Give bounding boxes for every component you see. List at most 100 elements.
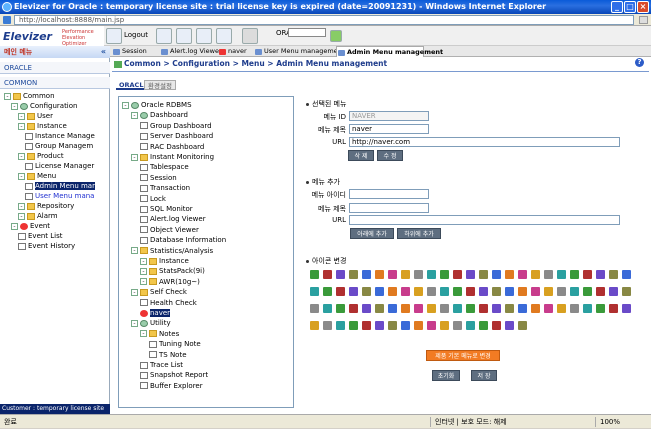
icon-option-icon[interactable] xyxy=(349,321,358,330)
add-below-button[interactable]: 아래에 추가 xyxy=(350,228,394,239)
tree-node[interactable]: Tablespace xyxy=(140,162,189,172)
tree-node[interactable]: - Event xyxy=(11,221,50,231)
icon-option-icon[interactable] xyxy=(323,304,332,313)
tab-naver[interactable]: naver xyxy=(218,46,254,57)
tree-node[interactable]: SQL Monitor xyxy=(140,204,193,214)
icon-option-icon[interactable] xyxy=(440,287,449,296)
tree-node[interactable]: - Instance xyxy=(140,256,189,266)
icon-option-icon[interactable] xyxy=(544,304,553,313)
minimize-button[interactable]: _ xyxy=(611,1,623,13)
icon-option-icon[interactable] xyxy=(518,304,527,313)
icon-option-icon[interactable] xyxy=(479,287,488,296)
tab-user-menu[interactable]: User Menu management xyxy=(254,46,344,57)
tree-node[interactable]: - Alarm xyxy=(18,211,58,221)
icon-option-icon[interactable] xyxy=(596,270,605,279)
icon-option-icon[interactable] xyxy=(336,304,345,313)
icon-option-icon[interactable] xyxy=(583,287,592,296)
icon-option-icon[interactable] xyxy=(466,287,475,296)
icon-option-icon[interactable] xyxy=(427,304,436,313)
zoom-level[interactable]: 100% xyxy=(600,415,620,429)
maximize-button[interactable]: □ xyxy=(624,1,636,13)
icon-option-icon[interactable] xyxy=(375,270,384,279)
icon-option-icon[interactable] xyxy=(336,321,345,330)
icon-option-icon[interactable] xyxy=(479,270,488,279)
icon-option-icon[interactable] xyxy=(336,287,345,296)
tree-node[interactable]: - Menu xyxy=(18,171,56,181)
icon-option-icon[interactable] xyxy=(414,270,423,279)
icon-option-icon[interactable] xyxy=(466,304,475,313)
icon-option-icon[interactable] xyxy=(570,287,579,296)
tree-node[interactable]: - Configuration xyxy=(11,101,77,111)
icon-option-icon[interactable] xyxy=(492,270,501,279)
delete-button[interactable]: 삭 제 xyxy=(348,150,374,161)
tree-node[interactable]: - Repository xyxy=(18,201,74,211)
tree-node[interactable]: License Manager xyxy=(25,161,94,171)
icon-option-icon[interactable] xyxy=(596,304,605,313)
connect-icon[interactable] xyxy=(330,30,342,42)
tree-node[interactable]: - User xyxy=(18,111,53,121)
icon-option-icon[interactable] xyxy=(622,287,631,296)
tab-session[interactable]: Session xyxy=(112,46,160,57)
save-button[interactable]: 저 장 xyxy=(471,370,497,381)
icon-option-icon[interactable] xyxy=(375,321,384,330)
collapse-icon[interactable]: « xyxy=(101,46,106,58)
expand-toggle-icon[interactable]: - xyxy=(140,267,147,275)
icon-option-icon[interactable] xyxy=(310,270,319,279)
logout-icon[interactable] xyxy=(106,28,122,44)
tree-node[interactable]: - Oracle RDBMS xyxy=(122,100,192,110)
tree-node[interactable]: Lock xyxy=(140,194,166,204)
init-button[interactable]: 초기화 xyxy=(432,370,460,381)
icon-option-icon[interactable] xyxy=(492,287,501,296)
icon-option-icon[interactable] xyxy=(570,270,579,279)
icon-option-icon[interactable] xyxy=(518,321,527,330)
icon-option-icon[interactable] xyxy=(414,304,423,313)
icon-option-icon[interactable] xyxy=(622,304,631,313)
icon-option-icon[interactable] xyxy=(492,321,501,330)
icon-option-icon[interactable] xyxy=(479,321,488,330)
db-select[interactable] xyxy=(288,28,326,37)
icon-option-icon[interactable] xyxy=(401,287,410,296)
icon-option-icon[interactable] xyxy=(323,287,332,296)
tree-node[interactable]: Group Dashboard xyxy=(140,121,212,131)
icon-option-icon[interactable] xyxy=(440,304,449,313)
icon-option-icon[interactable] xyxy=(622,270,631,279)
icon-option-icon[interactable] xyxy=(609,304,618,313)
selected-menu-name-field[interactable]: naver xyxy=(349,124,429,134)
tab-alert-log[interactable]: Alert.log Viewer xyxy=(160,46,222,57)
expand-toggle-icon[interactable]: - xyxy=(18,202,25,210)
tree-node[interactable]: - AWR(10g~) xyxy=(140,277,200,287)
tree-node[interactable]: RAC Dashboard xyxy=(140,142,204,152)
icon-option-icon[interactable] xyxy=(310,287,319,296)
icon-option-icon[interactable] xyxy=(453,304,462,313)
icon-option-icon[interactable] xyxy=(323,270,332,279)
tree-node[interactable]: Snapshot Report xyxy=(140,370,208,380)
tree-node[interactable]: Tuning Note xyxy=(149,339,201,349)
icon-option-icon[interactable] xyxy=(596,287,605,296)
expand-toggle-icon[interactable]: - xyxy=(131,319,138,327)
icon-option-icon[interactable] xyxy=(323,321,332,330)
tree-node[interactable]: Transaction xyxy=(140,183,190,193)
db-icon[interactable] xyxy=(242,28,258,44)
tree-node[interactable]: User Menu mana xyxy=(25,191,94,201)
tree-node[interactable]: - Dashboard xyxy=(131,110,188,120)
icon-option-icon[interactable] xyxy=(362,287,371,296)
tree-node[interactable]: naver xyxy=(140,308,171,318)
icon-option-icon[interactable] xyxy=(531,270,540,279)
icon-option-icon[interactable] xyxy=(427,270,436,279)
expand-toggle-icon[interactable]: - xyxy=(18,152,25,160)
icon-option-icon[interactable] xyxy=(349,287,358,296)
expand-toggle-icon[interactable]: - xyxy=(11,102,18,110)
compat-view-icon[interactable] xyxy=(639,16,648,24)
selected-menu-id-field[interactable]: NAVER xyxy=(349,111,429,121)
tree-node[interactable]: - Statistics/Analysis xyxy=(131,246,213,256)
icon-option-icon[interactable] xyxy=(453,270,462,279)
icon-option-icon[interactable] xyxy=(401,304,410,313)
tree-node[interactable]: - Notes xyxy=(140,329,179,339)
tree-node[interactable]: Session xyxy=(140,173,177,183)
print-icon[interactable] xyxy=(176,28,192,44)
tree-node[interactable]: TS Note xyxy=(149,350,187,360)
tree-node[interactable]: - Common xyxy=(4,91,55,101)
tree-node[interactable]: Event History xyxy=(18,241,75,251)
expand-toggle-icon[interactable]: - xyxy=(131,111,138,119)
tree-node[interactable]: Event List xyxy=(18,231,63,241)
